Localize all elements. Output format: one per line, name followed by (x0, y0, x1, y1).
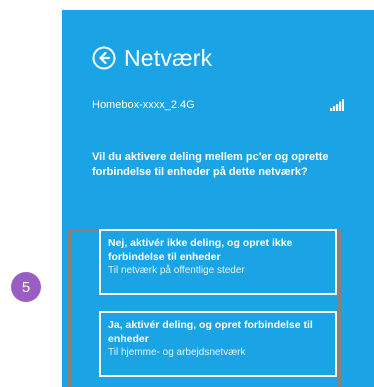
option-enable-sharing-subtitle: Til hjemme- og arbejdsnetværk (108, 347, 246, 358)
wifi-signal-icon (330, 99, 344, 111)
screenshot-page: 5 Netværk Homebox-xxxx_2.4G Vil du aktiv… (0, 0, 374, 387)
step-number: 5 (21, 278, 31, 296)
network-row: Homebox-xxxx_2.4G (92, 96, 344, 114)
option-enable-sharing-title: Ja, aktivér deling, og opret forbindelse… (108, 319, 313, 345)
sharing-question: Vil du aktivere deling mellem pc'er og o… (92, 151, 329, 178)
page-title: Netværk (124, 44, 213, 71)
option-no-sharing-button[interactable]: Nej, aktivér ikke deling, og opret ikke … (99, 229, 337, 295)
option-enable-sharing-button[interactable]: Ja, aktivér deling, og opret forbindelse… (99, 311, 337, 377)
back-arrow-icon[interactable] (92, 46, 116, 70)
option-no-sharing-title: Nej, aktivér ikke deling, og opret ikke … (108, 237, 293, 263)
panel-header: Netværk (92, 38, 212, 78)
network-name: Homebox-xxxx_2.4G (92, 99, 195, 111)
option-no-sharing-subtitle: Til netværk på offentlige steder (108, 265, 245, 276)
step-number-badge: 5 (11, 272, 41, 302)
